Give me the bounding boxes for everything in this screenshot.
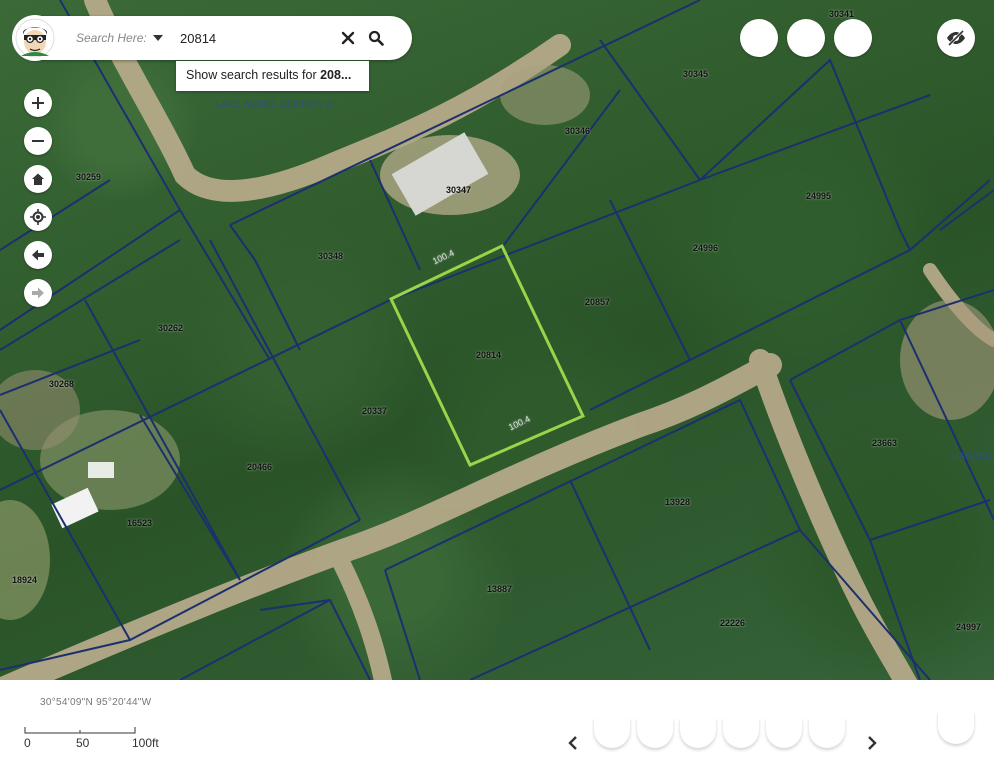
parcel-label: 30268 — [49, 379, 75, 389]
parcel-label: 20337 — [362, 406, 388, 416]
parcel-label: 30341 — [829, 9, 855, 19]
locate-button[interactable] — [24, 203, 52, 231]
suggestion-term: 208... — [320, 68, 352, 82]
subdivision-label: HARBES — [952, 451, 993, 461]
parcel-label: 20466 — [247, 462, 273, 472]
plus-icon — [32, 97, 44, 109]
carousel-next-button[interactable] — [864, 733, 880, 753]
parcel-label: 30346 — [565, 126, 591, 136]
map-overlay — [0, 0, 994, 680]
roads — [0, 0, 994, 680]
parcel-label: 23663 — [872, 438, 898, 448]
coordinates-readout: 30°54'09"N 95°20'44"W — [40, 697, 152, 708]
clearings — [0, 65, 994, 620]
search-input[interactable] — [180, 30, 330, 46]
parcel-label: 24997 — [956, 622, 982, 632]
parcel-label: 13928 — [665, 497, 691, 507]
eye-slash-icon — [947, 30, 965, 46]
clear-search-button[interactable] — [334, 24, 362, 52]
arrow-right-icon — [32, 287, 44, 299]
search-bar: Search Here: — [12, 15, 412, 61]
scale-label-mid: 50 — [76, 736, 90, 750]
home-icon — [32, 173, 44, 185]
parcel-label: 16523 — [127, 518, 153, 528]
search-icon — [368, 30, 384, 46]
aerial-map[interactable]: 30341 30345 30346 30347 30348 30259 3026… — [0, 0, 994, 680]
parcel-label: 30347 — [446, 185, 472, 195]
layer-thumbnail[interactable] — [680, 718, 716, 748]
layer-thumbnail[interactable] — [637, 718, 673, 748]
subdivision-label: LAKE ACRES SECTION B — [216, 99, 334, 109]
carousel-prev-button[interactable] — [565, 733, 581, 753]
map-option-button[interactable] — [787, 19, 825, 57]
cartoon-face-icon — [15, 18, 55, 58]
parcel-label: 13887 — [487, 584, 513, 594]
corner-menu-button[interactable] — [938, 712, 974, 744]
layer-thumbnail[interactable] — [723, 718, 759, 748]
parcel-label: 30262 — [158, 323, 184, 333]
layer-thumbnail[interactable] — [594, 718, 630, 748]
suggestion-prefix: Show search results for — [186, 68, 321, 82]
scale-bar: 0 50 100ft — [24, 725, 184, 755]
layer-thumbnail[interactable] — [809, 718, 845, 748]
layer-thumbnail[interactable] — [766, 718, 802, 748]
search-suggestion[interactable]: Show search results for 208... — [176, 61, 369, 91]
scale-label-end: 100ft — [132, 736, 159, 750]
scale-ruler — [24, 727, 136, 734]
map-option-button[interactable] — [740, 19, 778, 57]
parcel-label: 24996 — [693, 243, 719, 253]
minus-icon — [32, 140, 44, 142]
zoom-in-button[interactable] — [24, 89, 52, 117]
forward-button[interactable] — [24, 279, 52, 307]
parcel-label: 18924 — [12, 575, 38, 585]
parcel-label-selected: 20814 — [476, 350, 502, 360]
map-option-button[interactable] — [834, 19, 872, 57]
arrow-left-icon — [32, 249, 44, 261]
parcel-label: 30345 — [683, 69, 709, 79]
chevron-left-icon — [568, 736, 577, 750]
scale-label-zero: 0 — [24, 736, 31, 750]
parcel-label: 24995 — [806, 191, 832, 201]
close-icon — [341, 31, 355, 45]
search-label: Search Here: — [76, 31, 147, 45]
zoom-out-button[interactable] — [24, 127, 52, 155]
search-button[interactable] — [362, 24, 390, 52]
crosshair-icon — [30, 209, 46, 225]
dropdown-caret-icon[interactable] — [148, 31, 168, 45]
parcel-label: 22226 — [720, 618, 746, 628]
chevron-right-icon — [868, 736, 877, 750]
home-button[interactable] — [24, 165, 52, 193]
parcel-label: 20857 — [585, 297, 611, 307]
parcel-label: 30259 — [76, 172, 102, 182]
parcel-label: 30348 — [318, 251, 344, 261]
hide-overlay-button[interactable] — [937, 19, 975, 57]
logo-avatar[interactable] — [12, 15, 58, 61]
back-button[interactable] — [24, 241, 52, 269]
